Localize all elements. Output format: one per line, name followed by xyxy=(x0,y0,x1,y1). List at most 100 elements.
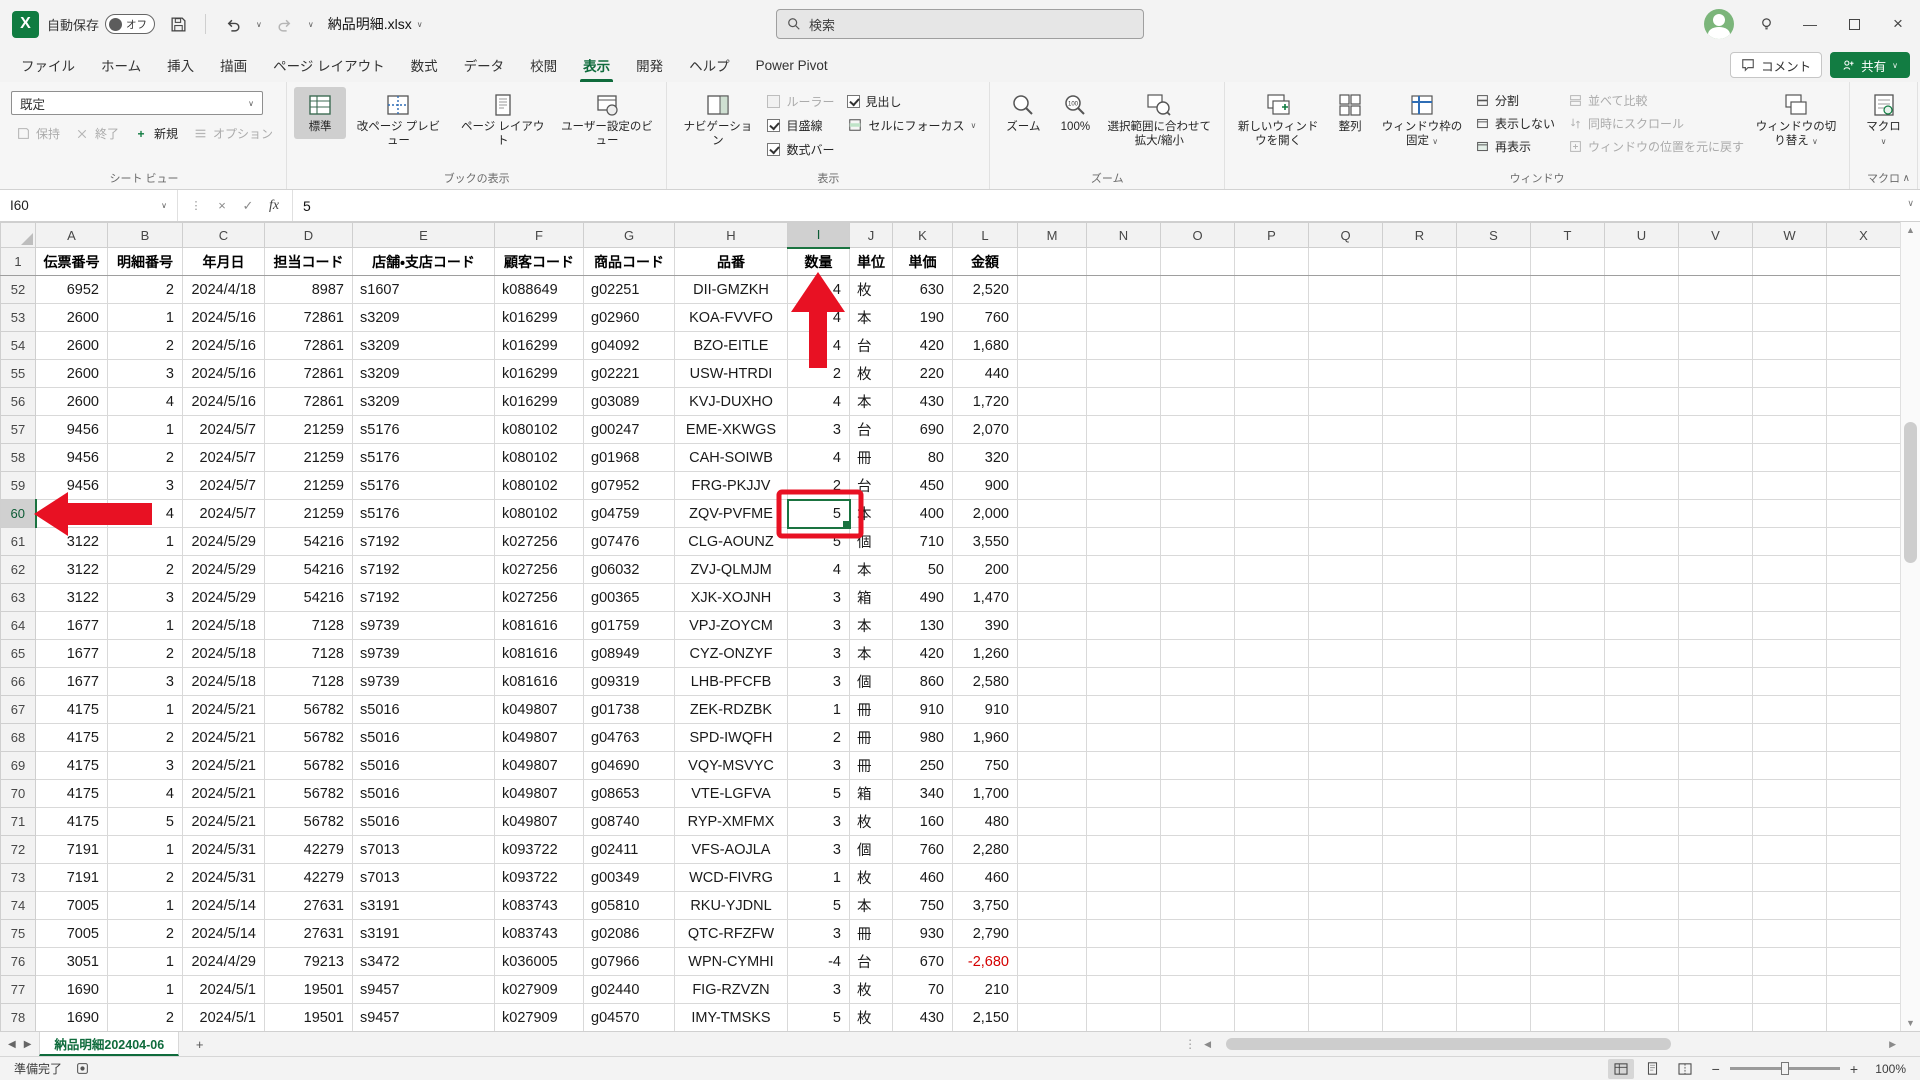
vertical-scrollbar[interactable]: ▲ ▼ xyxy=(1900,222,1920,1031)
cell-X76[interactable] xyxy=(1826,947,1901,976)
cell-T56[interactable] xyxy=(1530,387,1605,416)
cell-K76[interactable]: 670 xyxy=(892,947,953,976)
cell-O67[interactable] xyxy=(1160,695,1235,724)
cell-X58[interactable] xyxy=(1826,443,1901,472)
cell-X53[interactable] xyxy=(1826,303,1901,332)
cell-U71[interactable] xyxy=(1604,807,1679,836)
cell-V69[interactable] xyxy=(1678,751,1753,780)
cell-D73[interactable]: 42279 xyxy=(264,863,353,892)
cell-R67[interactable] xyxy=(1382,695,1457,724)
cell-C72[interactable]: 2024/5/31 xyxy=(182,835,265,864)
column-header-F[interactable]: F xyxy=(494,222,584,248)
cell-E60[interactable]: s5176 xyxy=(352,499,495,528)
cell-M1[interactable] xyxy=(1017,247,1087,276)
cell-D52[interactable]: 8987 xyxy=(264,275,353,304)
cell-I71[interactable]: 3 xyxy=(787,807,850,836)
cell-U53[interactable] xyxy=(1604,303,1679,332)
page-layout-view-button[interactable]: ページ レイアウト xyxy=(451,87,555,153)
cell-X59[interactable] xyxy=(1826,471,1901,500)
cell-N54[interactable] xyxy=(1086,331,1161,360)
hide-window-button[interactable]: 表示しない xyxy=(1468,112,1561,135)
cell-L76[interactable]: -2,680 xyxy=(952,947,1018,976)
cell-C63[interactable]: 2024/5/29 xyxy=(182,583,265,612)
cell-W56[interactable] xyxy=(1752,387,1827,416)
formula-input[interactable]: 5 xyxy=(293,190,1920,221)
cell-V53[interactable] xyxy=(1678,303,1753,332)
cell-C74[interactable]: 2024/5/14 xyxy=(182,891,265,920)
cell-O55[interactable] xyxy=(1160,359,1235,388)
cell-Q76[interactable] xyxy=(1308,947,1383,976)
cell-L73[interactable]: 460 xyxy=(952,863,1018,892)
cell-T61[interactable] xyxy=(1530,527,1605,556)
cell-X68[interactable] xyxy=(1826,723,1901,752)
cell-L63[interactable]: 1,470 xyxy=(952,583,1018,612)
cell-I57[interactable]: 3 xyxy=(787,415,850,444)
cell-L53[interactable]: 760 xyxy=(952,303,1018,332)
cell-K54[interactable]: 420 xyxy=(892,331,953,360)
cell-O75[interactable] xyxy=(1160,919,1235,948)
cell-M62[interactable] xyxy=(1017,555,1087,584)
cell-W66[interactable] xyxy=(1752,667,1827,696)
cell-D75[interactable]: 27631 xyxy=(264,919,353,948)
cell-O59[interactable] xyxy=(1160,471,1235,500)
cell-N53[interactable] xyxy=(1086,303,1161,332)
cell-B63[interactable]: 3 xyxy=(107,583,183,612)
cell-K57[interactable]: 690 xyxy=(892,415,953,444)
cell-H64[interactable]: VPJ-ZOYCM xyxy=(674,611,788,640)
cell-U55[interactable] xyxy=(1604,359,1679,388)
cell-B64[interactable]: 1 xyxy=(107,611,183,640)
cell-E69[interactable]: s5016 xyxy=(352,751,495,780)
cell-C78[interactable]: 2024/5/1 xyxy=(182,1003,265,1031)
cell-I1[interactable]: 数量 xyxy=(787,247,850,276)
cell-M75[interactable] xyxy=(1017,919,1087,948)
ribbon-tab-ファイル[interactable]: ファイル xyxy=(8,48,88,82)
cell-G75[interactable]: g02086 xyxy=(583,919,675,948)
cell-H56[interactable]: KVJ-DUXHO xyxy=(674,387,788,416)
cell-H59[interactable]: FRG-PKJJV xyxy=(674,471,788,500)
cell-T63[interactable] xyxy=(1530,583,1605,612)
cell-E58[interactable]: s5176 xyxy=(352,443,495,472)
cell-G60[interactable]: g04759 xyxy=(583,499,675,528)
cell-W74[interactable] xyxy=(1752,891,1827,920)
cell-I67[interactable]: 1 xyxy=(787,695,850,724)
cell-R59[interactable] xyxy=(1382,471,1457,500)
cell-L62[interactable]: 200 xyxy=(952,555,1018,584)
cell-D77[interactable]: 19501 xyxy=(264,975,353,1004)
cell-H55[interactable]: USW-HTRDI xyxy=(674,359,788,388)
cell-G66[interactable]: g09319 xyxy=(583,667,675,696)
search-input[interactable]: 検索 xyxy=(776,9,1144,39)
collapse-ribbon-button[interactable]: ∧ xyxy=(1903,173,1910,184)
cell-T78[interactable] xyxy=(1530,1003,1605,1031)
cell-N77[interactable] xyxy=(1086,975,1161,1004)
cell-J70[interactable]: 箱 xyxy=(849,779,893,808)
cell-H53[interactable]: KOA-FVVFO xyxy=(674,303,788,332)
cell-G54[interactable]: g04092 xyxy=(583,331,675,360)
cell-C73[interactable]: 2024/5/31 xyxy=(182,863,265,892)
cell-N62[interactable] xyxy=(1086,555,1161,584)
cell-E67[interactable]: s5016 xyxy=(352,695,495,724)
cell-C57[interactable]: 2024/5/7 xyxy=(182,415,265,444)
cell-K65[interactable]: 420 xyxy=(892,639,953,668)
cell-R63[interactable] xyxy=(1382,583,1457,612)
cell-O63[interactable] xyxy=(1160,583,1235,612)
cell-M63[interactable] xyxy=(1017,583,1087,612)
cell-D68[interactable]: 56782 xyxy=(264,723,353,752)
cell-L72[interactable]: 2,280 xyxy=(952,835,1018,864)
cell-X64[interactable] xyxy=(1826,611,1901,640)
cell-S69[interactable] xyxy=(1456,751,1531,780)
cell-J72[interactable]: 個 xyxy=(849,835,893,864)
cell-K75[interactable]: 930 xyxy=(892,919,953,948)
cell-V56[interactable] xyxy=(1678,387,1753,416)
cell-U1[interactable] xyxy=(1604,247,1679,276)
column-header-M[interactable]: M xyxy=(1017,222,1087,248)
cell-X1[interactable] xyxy=(1826,247,1901,276)
cell-H61[interactable]: CLG-AOUNZ xyxy=(674,527,788,556)
zoom-100-button[interactable]: 100 100% xyxy=(1049,87,1101,139)
cell-O69[interactable] xyxy=(1160,751,1235,780)
cell-O73[interactable] xyxy=(1160,863,1235,892)
cell-J71[interactable]: 枚 xyxy=(849,807,893,836)
cell-Q75[interactable] xyxy=(1308,919,1383,948)
cell-W55[interactable] xyxy=(1752,359,1827,388)
cell-D74[interactable]: 27631 xyxy=(264,891,353,920)
cell-J66[interactable]: 個 xyxy=(849,667,893,696)
